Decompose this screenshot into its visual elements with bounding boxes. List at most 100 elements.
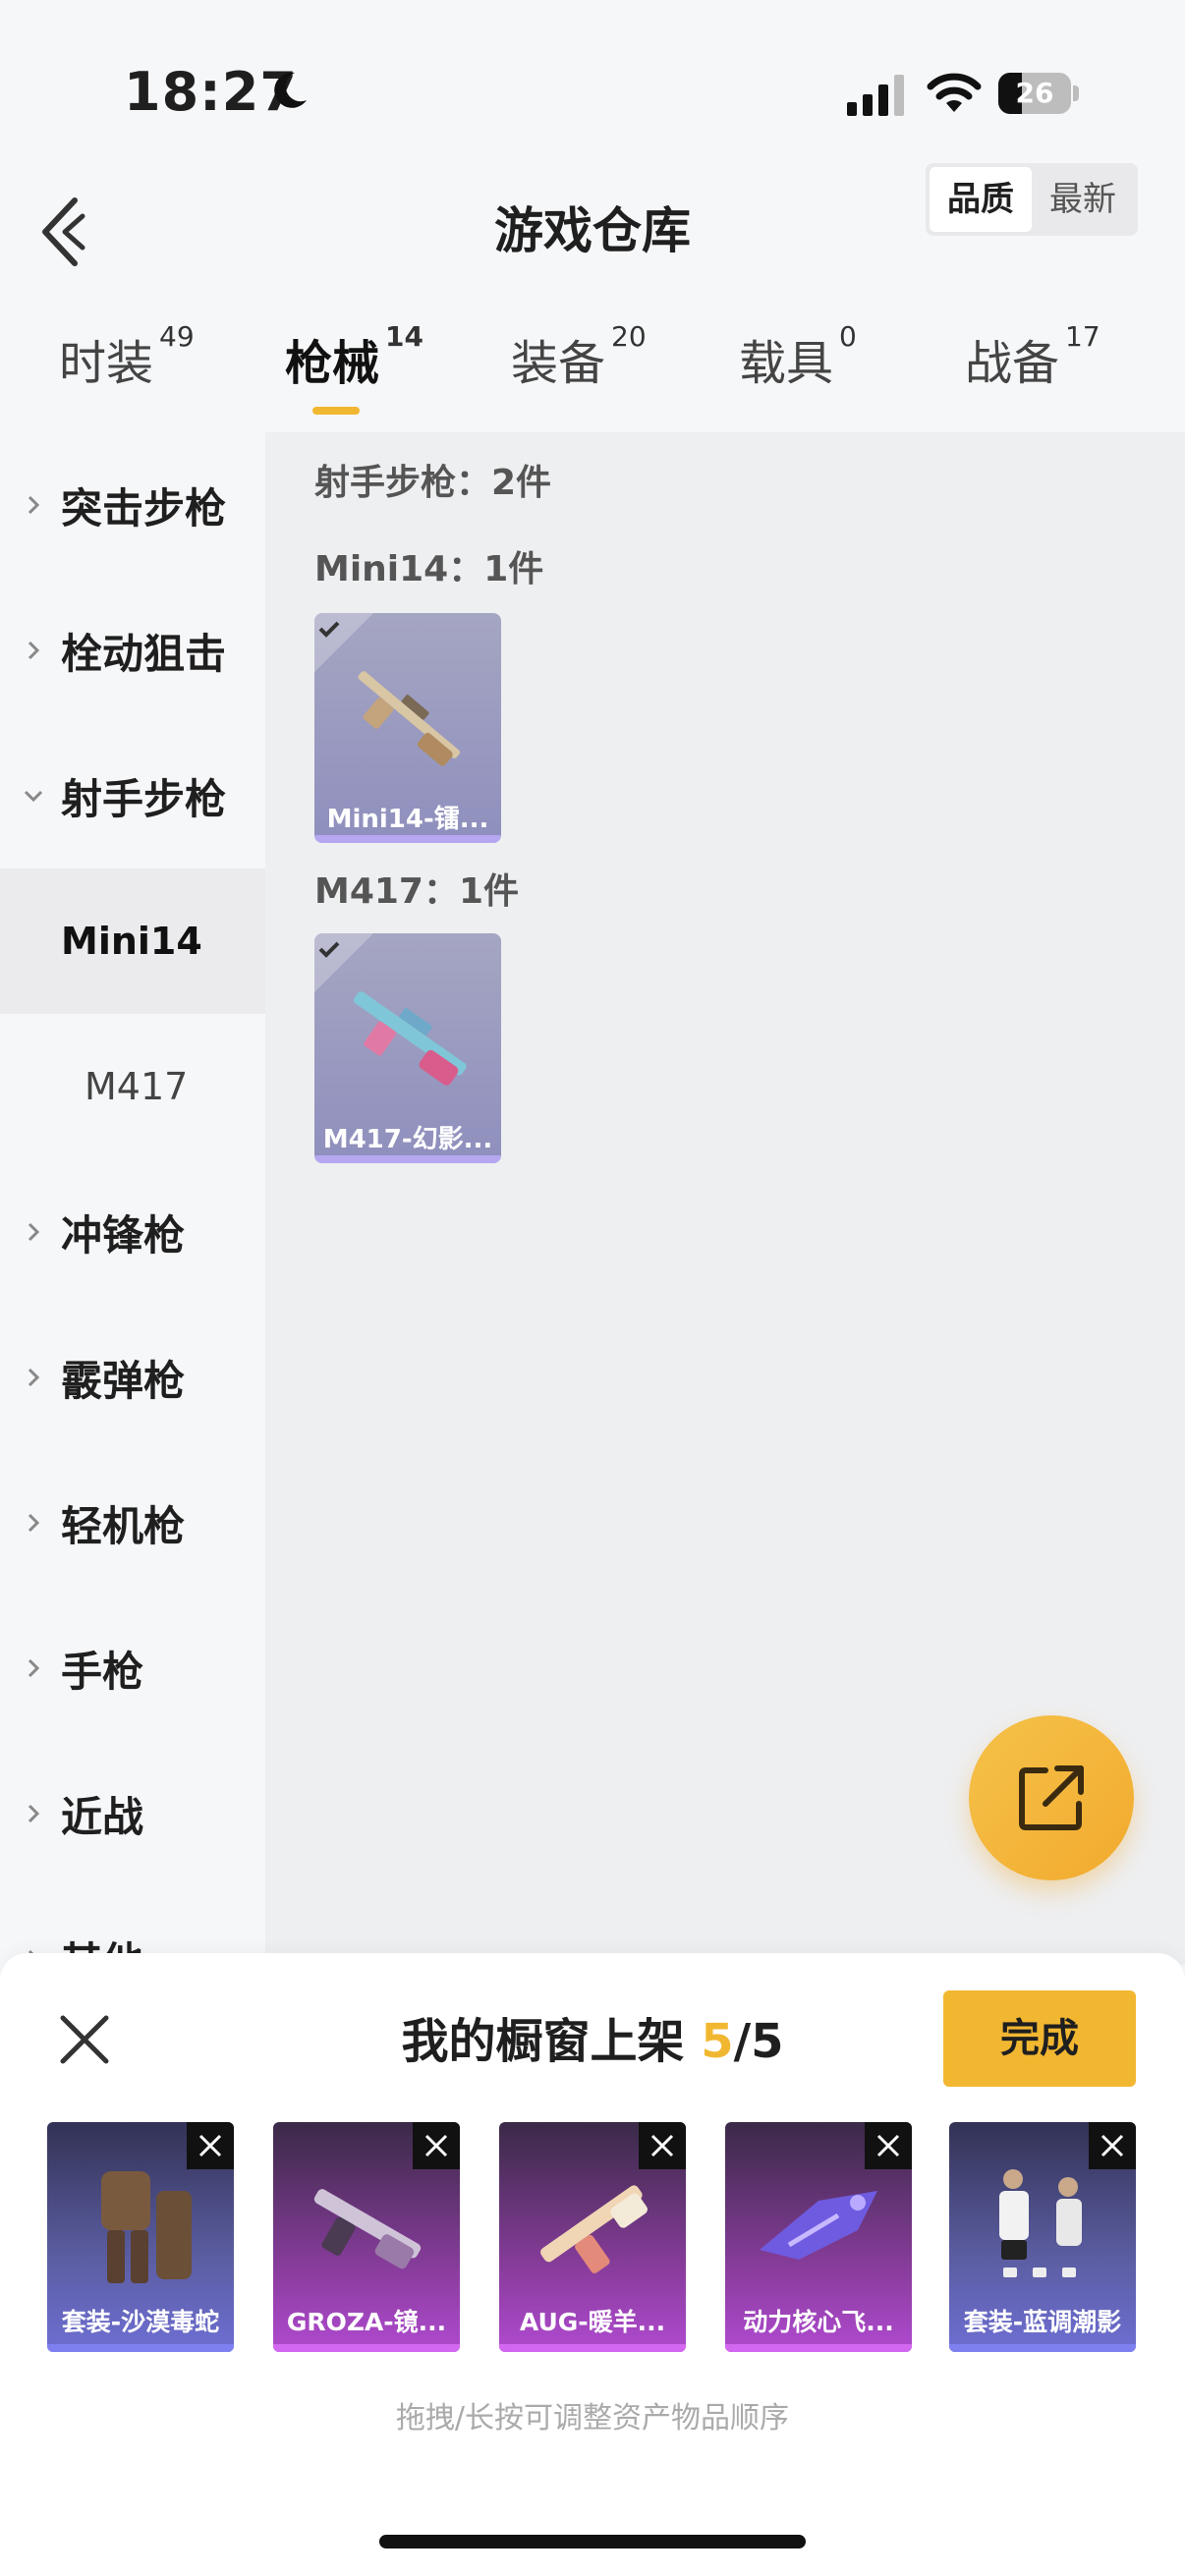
sidebar-item-smg[interactable]: 冲锋枪 (0, 1159, 265, 1305)
tab-outfits[interactable]: 时装 49 (59, 320, 195, 393)
chevron-right-icon (28, 1222, 40, 1242)
tab-weapons[interactable]: 枪械 14 (285, 320, 423, 393)
quality-bar (273, 2344, 460, 2352)
tab-vehicles[interactable]: 载具 0 (739, 320, 857, 393)
showcase-item-label: AUG-暖羊... (519, 2308, 666, 2336)
showcase-item-label: 动力核心飞... (743, 2308, 894, 2336)
battery-level: 26 (1015, 77, 1054, 109)
sidebar-item-marksman-rifle[interactable]: 射手步枪 (0, 723, 265, 868)
rifle-icon (540, 2185, 648, 2273)
share-button[interactable] (969, 1715, 1134, 1880)
group-title-m417: M417：1件 (314, 871, 520, 912)
sidebar-item-label: 轻机枪 (61, 1501, 186, 1550)
showcase-item-label: 套装-沙漠毒蛇 (61, 2308, 220, 2336)
glider-icon (760, 2191, 877, 2260)
moon-icon (274, 72, 307, 108)
tab-equipment[interactable]: 装备 20 (511, 320, 647, 393)
rifle-icon (353, 991, 467, 1086)
quality-bar (314, 835, 501, 843)
tab-label: 装备 (511, 336, 606, 391)
showcase-count-total: /5 (733, 2014, 784, 2069)
chevron-right-icon (28, 641, 40, 660)
weapon-card-label: M417-幻影... (322, 1125, 493, 1154)
close-icon (198, 2134, 222, 2157)
rifle-icon (358, 671, 461, 766)
share-export-icon (1019, 1765, 1084, 1830)
quality-bar (47, 2344, 234, 2352)
sidebar-subitem-m417[interactable]: M417 (0, 1014, 265, 1159)
category-count-title: 射手步枪：2件 (314, 463, 552, 503)
weapon-card-label: Mini14-镭... (326, 805, 489, 834)
showcase-item[interactable]: 套装-沙漠毒蛇 (47, 2122, 234, 2352)
close-icon (1100, 2134, 1124, 2157)
wifi-icon (927, 73, 982, 112)
sidebar-item-label: 突击步枪 (61, 483, 227, 532)
close-icon (876, 2134, 900, 2157)
sidebar-item-label: 射手步枪 (61, 774, 227, 823)
sidebar-item-label: 近战 (61, 1792, 144, 1841)
tab-label: 载具 (739, 336, 834, 391)
tab-label: 战备 (965, 336, 1060, 391)
chevron-right-icon (28, 1804, 40, 1823)
battery-indicator: 26 (998, 73, 1079, 114)
showcase-title-text: 我的橱窗上架 (401, 2014, 702, 2069)
showcase-item-label: 套装-蓝调潮影 (963, 2308, 1122, 2336)
sidebar-item-label: M417 (85, 1065, 189, 1108)
chevron-down-icon (24, 790, 43, 803)
remove-button[interactable] (1089, 2122, 1136, 2169)
showcase-item[interactable]: 套装-蓝调潮影 (949, 2122, 1136, 2352)
tab-count: 20 (611, 320, 647, 353)
rifle-icon (313, 2189, 422, 2269)
sort-toggle[interactable]: 品质 最新 (926, 163, 1138, 236)
tab-label: 枪械 (285, 336, 380, 391)
showcase-item-label: GROZA-镜... (286, 2308, 447, 2336)
tab-count: 0 (839, 320, 857, 353)
sidebar-item-assault-rifle[interactable]: 突击步枪 (0, 432, 265, 578)
sidebar-item-label: 栓动狙击 (61, 629, 227, 678)
home-indicator[interactable] (379, 2535, 806, 2548)
quality-bar (314, 1155, 501, 1163)
signal-icon (847, 75, 904, 116)
chevron-right-icon (28, 1658, 40, 1678)
tab-supplies[interactable]: 战备 17 (965, 320, 1100, 393)
weapon-card-m417[interactable]: M417-幻影... (314, 933, 501, 1163)
remove-button[interactable] (413, 2122, 460, 2169)
group-title-mini14: Mini14：1件 (314, 549, 544, 589)
chevron-right-icon (28, 1368, 40, 1387)
quality-bar (725, 2344, 912, 2352)
showcase-item[interactable]: 动力核心飞... (725, 2122, 912, 2352)
tab-count: 14 (385, 320, 423, 353)
sidebar-item-bolt-action[interactable]: 栓动狙击 (0, 578, 265, 723)
close-icon (650, 2134, 674, 2157)
remove-button[interactable] (639, 2122, 686, 2169)
showcase-item[interactable]: AUG-暖羊... (499, 2122, 686, 2352)
sidebar-item-label: 霰弹枪 (61, 1356, 186, 1405)
chevron-right-icon (28, 1513, 40, 1533)
outfit-icon (101, 2171, 192, 2283)
outfit-icon (999, 2169, 1082, 2277)
close-icon (424, 2134, 448, 2157)
sort-option-newest[interactable]: 最新 (1032, 167, 1134, 232)
chevron-right-icon (28, 495, 40, 515)
weapon-card-mini14[interactable]: Mini14-镭... (314, 613, 501, 843)
sidebar-item-label: 冲锋枪 (61, 1210, 186, 1260)
active-tab-indicator (312, 407, 360, 415)
weapon-category-sidebar: 突击步枪 栓动狙击 射手步枪 Mini14 M417 冲锋枪 霰弹枪 轻机枪 手… (0, 432, 265, 1987)
tab-count: 49 (159, 320, 195, 353)
tab-label: 时装 (59, 336, 154, 391)
category-tabs: 时装 49 枪械 14 装备 20 载具 0 战备 17 (0, 320, 1185, 422)
sidebar-item-melee[interactable]: 近战 (0, 1741, 265, 1886)
sidebar-item-pistol[interactable]: 手枪 (0, 1596, 265, 1741)
sidebar-item-label: Mini14 (61, 920, 202, 963)
sidebar-item-label: 手枪 (61, 1647, 144, 1696)
sidebar-subitem-mini14[interactable]: Mini14 (0, 868, 265, 1014)
sidebar-item-shotgun[interactable]: 霰弹枪 (0, 1305, 265, 1450)
showcase-count-current: 5 (701, 2014, 734, 2069)
sidebar-item-lmg[interactable]: 轻机枪 (0, 1450, 265, 1596)
remove-button[interactable] (187, 2122, 234, 2169)
sort-option-quality[interactable]: 品质 (930, 167, 1032, 232)
done-button[interactable]: 完成 (943, 1990, 1136, 2087)
showcase-item[interactable]: GROZA-镜... (273, 2122, 460, 2352)
remove-button[interactable] (865, 2122, 912, 2169)
quality-bar (949, 2344, 1136, 2352)
